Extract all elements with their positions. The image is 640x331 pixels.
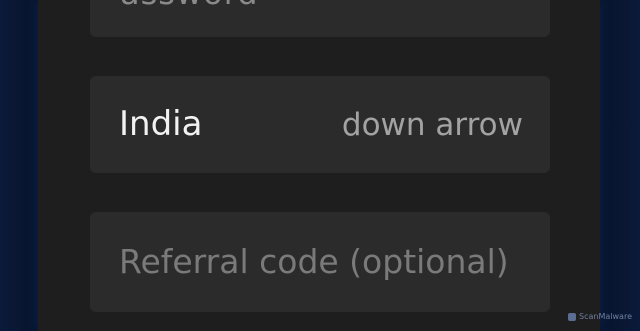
password-placeholder: assword — [120, 0, 259, 12]
watermark-text: ScanMalware — [579, 312, 632, 321]
country-selected-value: India — [119, 104, 203, 144]
country-select[interactable]: India down arrow — [90, 76, 550, 173]
app-frame: assword India down arrow ScanMalware — [0, 0, 640, 331]
form-panel: assword India down arrow — [38, 0, 600, 331]
referral-code-field[interactable] — [90, 212, 550, 312]
chevron-down-icon[interactable]: down arrow — [342, 107, 523, 143]
referral-code-input[interactable] — [119, 242, 529, 281]
scanmalware-logo-icon — [568, 312, 577, 321]
password-field[interactable]: assword — [90, 0, 550, 37]
watermark: ScanMalware — [568, 312, 632, 321]
